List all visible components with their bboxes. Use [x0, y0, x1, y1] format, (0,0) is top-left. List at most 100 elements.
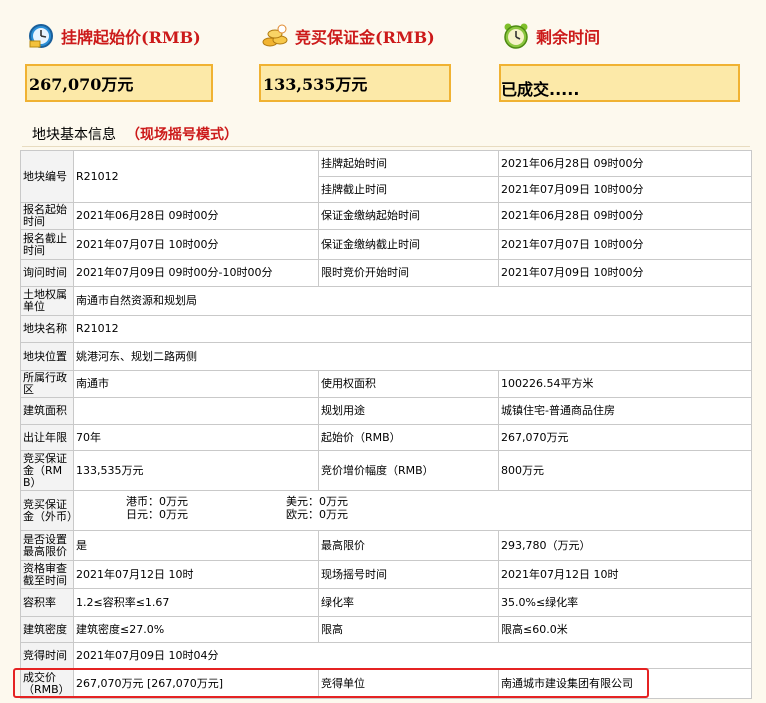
cell-key: 起始价（RMB）: [318, 424, 499, 451]
cell-key: 绿化率: [318, 588, 499, 617]
cell-key: 限高: [318, 616, 499, 643]
cell-key: 最高限价: [318, 530, 499, 561]
cell-key: 竞买保证金（RMB）: [20, 450, 74, 491]
cell-key: 建筑面积: [20, 397, 74, 425]
fx-left: 港币：0万元 日元：0万元: [126, 495, 188, 521]
table-row: 建筑密度 建筑密度≤27.0% 限高 限高≤60.0米: [20, 616, 752, 643]
cell-key: 是否设置最高限价: [20, 530, 74, 561]
fx-jpy: 日元：0万元: [126, 508, 188, 521]
fx-eur: 欧元：0万元: [286, 508, 348, 521]
cell-value: 267,070万元: [498, 424, 752, 451]
cell-value: 2021年07月09日 10时00分: [498, 259, 752, 287]
deposit-label: 竞买保证金(RMB): [295, 28, 435, 47]
table-row: 报名截止时间 2021年07月07日 10时00分 保证金缴纳截止时间 2021…: [20, 229, 752, 260]
cell-key: 挂牌截止时间: [318, 176, 499, 203]
table-row: 地块编号 R21012 挂牌起始时间 2021年06月28日 09时00分: [20, 150, 752, 203]
cell-key: 资格审查截至时间: [20, 560, 74, 589]
parcel-info-table: 地块编号 R21012 挂牌起始时间 2021年06月28日 09时00分 挂牌…: [20, 150, 752, 699]
cell-value: 2021年07月09日 10时04分: [73, 642, 752, 669]
table-row: 地块位置 姚港河东、规划二路两侧: [20, 342, 752, 371]
cell-value: 2021年07月09日 10时00分: [498, 176, 752, 203]
cell-key: 保证金缴纳起始时间: [318, 202, 499, 230]
cell-key: 现场摇号时间: [318, 560, 499, 589]
cell-value: 293,780（万元）: [498, 530, 752, 561]
cell-value: 2021年07月07日 10时00分: [498, 229, 752, 260]
time-value: 已成交.....: [501, 80, 580, 99]
cell-value: 南通市自然资源和规划局: [73, 286, 752, 316]
table-row: 竞买保证金（RMB） 133,535万元 竞价增价幅度（RMB） 800万元: [20, 450, 752, 491]
table-row: 地块名称 R21012: [20, 315, 752, 343]
table-row: 报名起始时间 2021年06月28日 09时00分 保证金缴纳起始时间 2021…: [20, 202, 752, 230]
cell-key: 询问时间: [20, 259, 74, 287]
start-price-label: 挂牌起始价(RMB): [61, 28, 201, 47]
cell-value: 35.0%≤绿化率: [498, 588, 752, 617]
cell-value: R21012: [73, 315, 752, 343]
cell-key: 挂牌起始时间: [318, 150, 499, 177]
cell-value: 限高≤60.0米: [498, 616, 752, 643]
cell-value: 2021年06月28日 09时00分: [498, 150, 752, 177]
cell-key: 报名截止时间: [20, 229, 74, 260]
cell-key: 竞买保证金（外币）: [20, 490, 74, 531]
cell-value: R21012: [73, 150, 319, 203]
cell-value: 是: [73, 530, 319, 561]
section-title: 地块基本信息 （现场摇号模式）: [32, 124, 238, 144]
cell-key: 地块位置: [20, 342, 74, 371]
cell-value: 南通城市建设集团有限公司: [498, 668, 752, 699]
section-divider: [22, 146, 750, 147]
start-price-value: 267,070万元: [29, 75, 134, 94]
cell-key: 成交价（RMB）: [20, 668, 74, 699]
cell-value: 800万元: [498, 450, 752, 491]
time-header: 剩余时间: [502, 22, 600, 50]
cell-value: 100226.54平方米: [498, 370, 752, 398]
cell-key: 土地权属单位: [20, 286, 74, 316]
cell-value: 2021年07月09日 09时00分-10时00分: [73, 259, 319, 287]
deposit-box: 133,535万元: [259, 64, 451, 102]
cell-value: 2021年06月28日 09时00分: [73, 202, 319, 230]
deposit-value: 133,535万元: [263, 75, 368, 94]
cell-key: 使用权面积: [318, 370, 499, 398]
table-row: 出让年限 70年 起始价（RMB） 267,070万元: [20, 424, 752, 451]
cell-key: 建筑密度: [20, 616, 74, 643]
cell-key: 竞价增价幅度（RMB）: [318, 450, 499, 491]
cell-value: 267,070万元 [267,070万元]: [73, 668, 319, 699]
cell-key: 竞得时间: [20, 642, 74, 669]
table-row: 资格审查截至时间 2021年07月12日 10时 现场摇号时间 2021年07月…: [20, 560, 752, 589]
clock-icon: [27, 22, 55, 50]
summary-header: 挂牌起始价(RMB) 竞买保证金(RMB) 剩余时间 267,070万元 133…: [0, 0, 766, 115]
coins-icon: [261, 22, 289, 50]
cell-value: 建筑密度≤27.0%: [73, 616, 319, 643]
cell-key: 容积率: [20, 588, 74, 617]
table-row: 询问时间 2021年07月09日 09时00分-10时00分 限时竞价开始时间 …: [20, 259, 752, 287]
section-title-text: 地块基本信息: [32, 127, 116, 143]
cell-value: 2021年07月12日 10时: [73, 560, 319, 589]
cell-key: 保证金缴纳截止时间: [318, 229, 499, 260]
table-row: 土地权属单位 南通市自然资源和规划局: [20, 286, 752, 316]
cell-key: 限时竞价开始时间: [318, 259, 499, 287]
deposit-header: 竞买保证金(RMB): [261, 22, 435, 50]
fx-hkd: 港币：0万元: [126, 495, 188, 508]
cell-value: [73, 397, 319, 425]
alarm-clock-icon: [502, 22, 530, 50]
table-row-final-price: 成交价（RMB） 267,070万元 [267,070万元] 竞得单位 南通城市…: [20, 668, 752, 699]
cell-value: 1.2≤容积率≤1.67: [73, 588, 319, 617]
table-row: 容积率 1.2≤容积率≤1.67 绿化率 35.0%≤绿化率: [20, 588, 752, 617]
table-row: 所属行政区 南通市 使用权面积 100226.54平方米: [20, 370, 752, 398]
foreign-currency-cell: 港币：0万元 日元：0万元 美元：0万元 欧元：0万元: [73, 490, 752, 531]
time-label: 剩余时间: [536, 28, 601, 47]
cell-value: 2021年06月28日 09时00分: [498, 202, 752, 230]
table-row: 建筑面积 规划用途 城镇住宅-普通商品住房: [20, 397, 752, 425]
fx-usd: 美元：0万元: [286, 495, 348, 508]
cell-key: 出让年限: [20, 424, 74, 451]
table-row: 是否设置最高限价 是 最高限价 293,780（万元）: [20, 530, 752, 561]
section-mode: （现场摇号模式）: [126, 127, 238, 143]
cell-key: 竞得单位: [318, 668, 499, 699]
cell-value: 姚港河东、规划二路两侧: [73, 342, 752, 371]
fx-right: 美元：0万元 欧元：0万元: [286, 495, 348, 521]
table-row: 竞买保证金（外币） 港币：0万元 日元：0万元 美元：0万元 欧元：0万元: [20, 490, 752, 531]
cell-value: 70年: [73, 424, 319, 451]
cell-value: 南通市: [73, 370, 319, 398]
cell-value: 2021年07月07日 10时00分: [73, 229, 319, 260]
table-row: 竞得时间 2021年07月09日 10时04分: [20, 642, 752, 669]
start-price-box: 267,070万元: [25, 64, 213, 102]
cell-value: 2021年07月12日 10时: [498, 560, 752, 589]
